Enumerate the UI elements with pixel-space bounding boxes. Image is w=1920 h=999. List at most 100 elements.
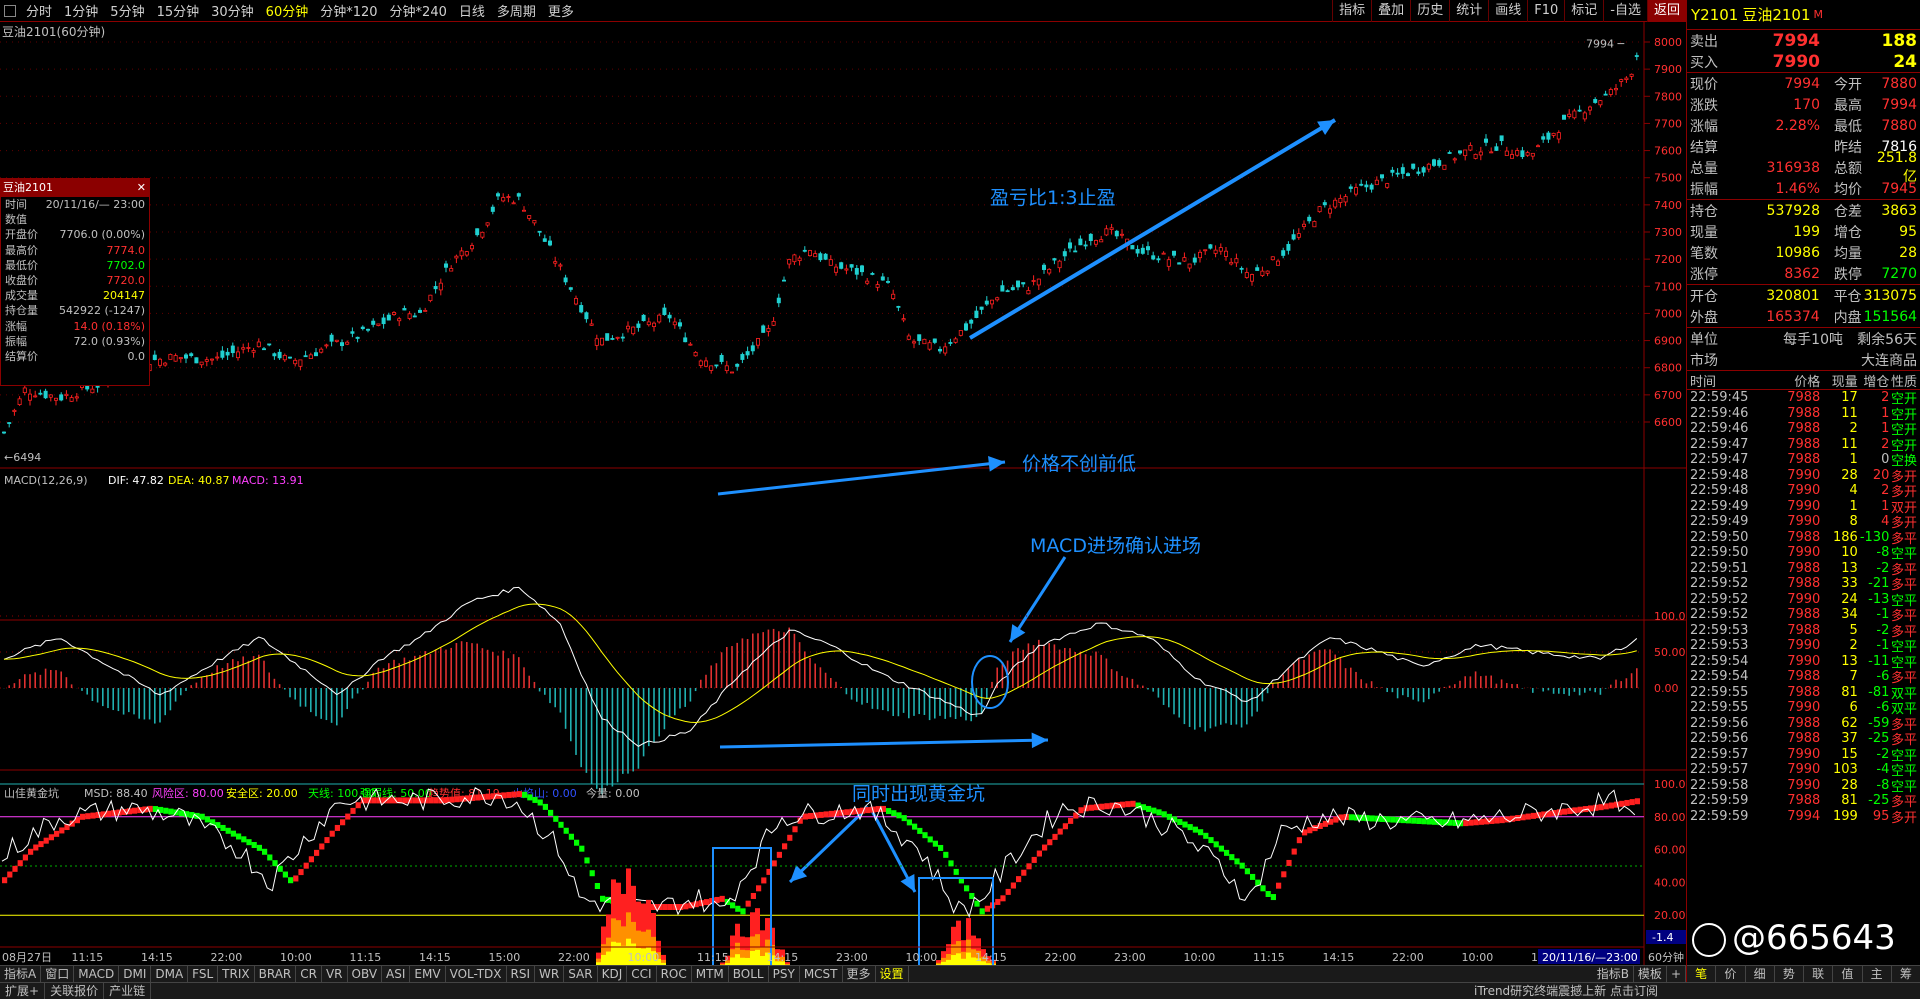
tick-oi-change: -25 [1868,731,1890,747]
tick-header-cell: 现量 [1831,374,1858,390]
tick-oi-change: -1 [1876,607,1890,623]
tool-3[interactable]: 统计 [1449,0,1488,22]
candle-body [391,312,396,315]
tick-row: 22:59:46 7988 11 1 空开 [1687,406,1920,423]
indicator-tab-7[interactable]: BRAR [255,966,297,982]
indicator-tab-0[interactable]: 指标A [0,966,42,982]
chart-svg[interactable]: 豆油2101(60分钟) 8000 7900 7800 7700 7600 7500 7400… [0,22,1686,965]
candle-body [459,250,464,257]
candle-body [495,193,500,197]
trend-step [600,895,606,902]
period-7[interactable]: 分钟*240 [384,1,453,20]
tool-7[interactable]: -自选 [1603,0,1647,22]
indicator-tab-9[interactable]: VR [322,966,348,982]
candle-body [1458,150,1463,154]
period-3[interactable]: 15分钟 [151,1,206,20]
trend-step [574,839,580,846]
tool-2[interactable]: 历史 [1410,0,1449,22]
indicator-tab-14[interactable]: RSI [507,966,536,982]
chart-area[interactable]: 豆油2101(60分钟) 8000 7900 7800 7700 7600 7500 7400… [0,22,1686,965]
popup-row-label: 最高价 [5,243,38,257]
tool-1[interactable]: 叠加 [1371,0,1410,22]
period-5[interactable]: 60分钟 [260,1,315,20]
bottom-tab-0[interactable]: 扩展+ [0,983,46,999]
indicator-tab-25[interactable]: 设置 [876,966,909,982]
window-toggle-icon[interactable] [4,4,16,17]
bottom-tab-2[interactable]: 产业链 [104,983,152,999]
trend-step [340,819,346,826]
tool-0[interactable]: 指标 [1332,0,1371,22]
candle-body [1473,153,1478,159]
trend-step [522,791,528,798]
panel-tab-2[interactable]: 细 [1746,966,1775,982]
tool-4[interactable]: 画线 [1488,0,1527,22]
indicator-tab-4[interactable]: DMA [151,966,189,982]
candle-body [1432,159,1437,166]
trend-step [142,806,148,813]
indicator-tab-24[interactable]: 更多 [843,966,876,982]
indicator-right-tab-2[interactable]: + [1667,966,1686,982]
candle-body [1593,99,1598,103]
period-8[interactable]: 日线 [453,1,491,20]
candle-body [381,317,386,325]
tick-time: 22:59:56 [1690,731,1749,747]
period-9[interactable]: 多周期 [491,1,542,20]
indicator-tab-21[interactable]: BOLL [729,966,769,982]
indicator-tab-6[interactable]: TRIX [218,966,255,982]
stat-row: 外盘 165374 内盘 151564 [1687,306,1920,327]
indicator-tab-17[interactable]: KDJ [598,966,628,982]
indicator-tab-3[interactable]: DMI [119,966,152,982]
ask-volume: 188 [1881,30,1918,51]
panel-tab-4[interactable]: 联 [1804,966,1834,982]
indicator-tab-19[interactable]: ROC [657,966,692,982]
panel-tab-1[interactable]: 价 [1716,966,1746,982]
indicator-tab-5[interactable]: FSL [188,966,219,982]
indicator-tab-11[interactable]: ASI [382,966,411,982]
price-axis-label: 6600 [1654,416,1682,429]
bottom-tab-1[interactable]: 关联报价 [45,983,105,999]
tool-5[interactable]: F10 [1527,0,1564,22]
indicator-tab-8[interactable]: CR [296,966,322,982]
panel-tab-0[interactable]: 笔 [1687,966,1717,982]
indicator-tab-16[interactable]: SAR [564,966,598,982]
candle-body [776,297,781,304]
panel-tab-6[interactable]: 主 [1863,966,1892,982]
indicator-tab-20[interactable]: MTM [692,966,729,982]
candle-body [1343,196,1348,203]
indicator-tab-1[interactable]: 窗口 [41,966,75,982]
candle-body [1515,150,1520,156]
period-10[interactable]: 更多 [542,1,580,20]
period-1[interactable]: 1分钟 [58,1,104,20]
indicator-tab-2[interactable]: MACD [74,966,120,982]
time-axis-label: 11:15 [1253,951,1285,964]
time-cursor-label: 20/11/16/—23:00 [1542,951,1638,964]
panel-tab-3[interactable]: 势 [1775,966,1804,982]
indicator-right-tab-1[interactable]: 模板 [1634,966,1667,982]
period-2[interactable]: 5分钟 [104,1,150,20]
candle-body [365,328,370,331]
period-4[interactable]: 30分钟 [205,1,260,20]
period-6[interactable]: 分钟*120 [314,1,383,20]
candle-body [1395,172,1400,175]
tool-6[interactable]: 标记 [1564,0,1603,22]
panel-tab-5[interactable]: 值 [1833,966,1863,982]
status-text[interactable]: iTrend研究终端震撼上新 点击订阅 [1474,983,1658,999]
period-0[interactable]: 分时 [20,1,58,20]
indicator-right-tab-0[interactable]: 指标B [1593,966,1634,982]
bar-info-popup: 豆油2101 ✕ 时间 20/11/16/— 23:00 数值 开盘价 7706.0 (0… [0,178,150,386]
trend-step [969,892,975,899]
indicator-tab-15[interactable]: WR [535,966,565,982]
popup-row: 振幅 72.0 (0.93%) [1,334,149,349]
tool-8[interactable]: 返回 [1646,0,1686,22]
indicator-tab-10[interactable]: OBV [348,966,383,982]
stat-label-2: 内盘 [1833,309,1862,326]
panel-tab-7[interactable]: 筹 [1892,966,1920,982]
stat-row: 涨幅 2.28% 最低 7880 [1687,115,1920,136]
indicator-tab-22[interactable]: PSY [769,966,800,982]
indicator-tab-13[interactable]: VOL-TDX [446,966,507,982]
indicator-tab-12[interactable]: EMV [410,966,446,982]
tick-volume: 13 [1841,560,1858,576]
indicator-tab-23[interactable]: MCST [800,966,843,982]
indicator-tab-18[interactable]: CCI [627,966,657,982]
close-icon[interactable]: ✕ [137,179,146,197]
